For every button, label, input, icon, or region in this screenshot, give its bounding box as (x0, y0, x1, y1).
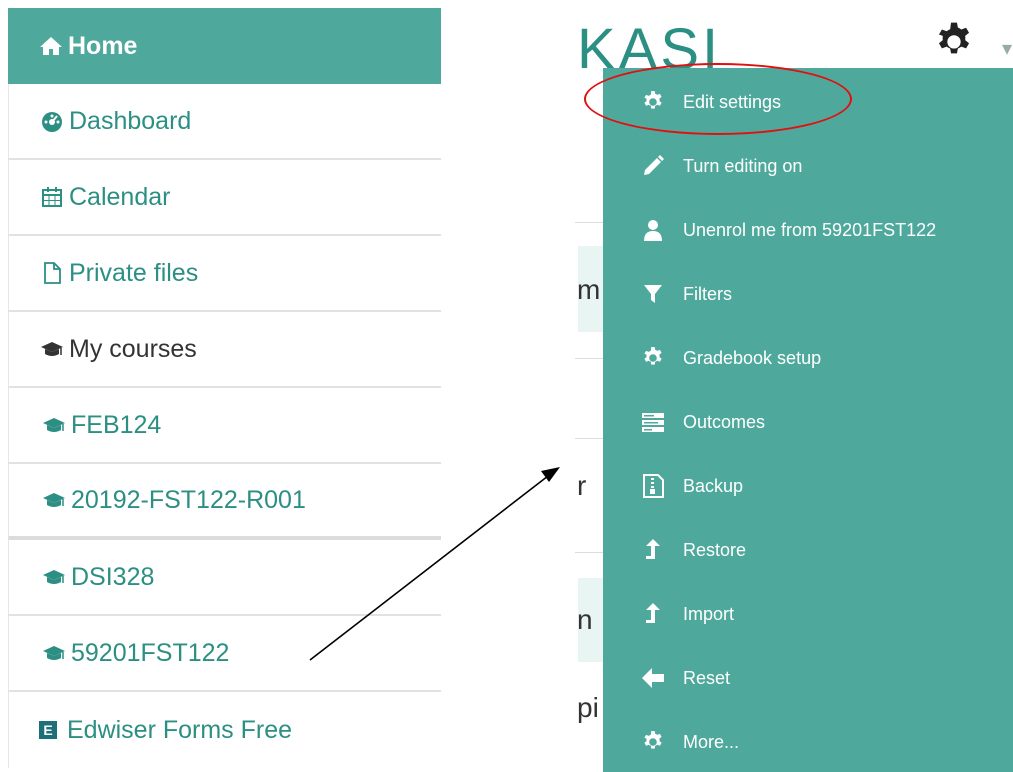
menu-item-label: Backup (683, 475, 744, 496)
file-icon (39, 260, 65, 286)
menu-item-label: Import (683, 603, 735, 624)
nav-item-calendar[interactable]: Calendar (8, 160, 441, 236)
nav-item-label: Dashboard (69, 106, 192, 135)
nav-item-label: 20192-FST122-R001 (71, 485, 306, 514)
background-text-fragment: r (577, 470, 587, 501)
user-icon (641, 218, 665, 242)
nav-item-course-20192-fst122-r001[interactable]: 20192-FST122-R001 (8, 464, 441, 540)
home-icon (38, 33, 64, 59)
nav-item-course-feb124[interactable]: FEB124 (8, 388, 441, 464)
menu-item-label: More... (683, 731, 740, 752)
site-logo-fragment: KASI (577, 17, 722, 68)
archive-icon (641, 474, 665, 498)
menu-item-edit-settings[interactable]: Edit settings (641, 82, 781, 122)
calendar-icon (39, 184, 65, 210)
gear-icon (641, 730, 665, 754)
background-divider (575, 222, 605, 223)
graduation-cap-icon (39, 336, 65, 362)
menu-item-turn-editing-on[interactable]: Turn editing on (641, 146, 802, 186)
menu-item-gradebook-setup[interactable]: Gradebook setup (641, 338, 821, 378)
menu-item-more[interactable]: More... (641, 722, 739, 762)
menu-item-unenrol[interactable]: Unenrol me from 59201FST122 (641, 210, 936, 250)
menu-item-label: Turn editing on (683, 155, 803, 176)
menu-item-backup[interactable]: Backup (641, 466, 743, 506)
upload-arrow-icon (641, 538, 665, 562)
nav-item-label: Edwiser Forms Free (67, 715, 293, 744)
chevron-down-icon: ▾ (1002, 38, 1013, 60)
nav-item-label: FEB124 (71, 410, 162, 439)
nav-item-label: My courses (69, 334, 197, 363)
dashboard-icon (39, 108, 65, 134)
graduation-cap-icon (41, 640, 67, 666)
nav-item-label: Calendar (69, 182, 171, 211)
menu-item-reset[interactable]: Reset (641, 658, 730, 698)
menu-item-label: Gradebook setup (683, 347, 822, 368)
nav-item-my-courses: My courses (8, 312, 441, 388)
gear-icon (641, 90, 665, 114)
edwiser-icon: E (39, 721, 57, 739)
nav-item-course-59201fst122[interactable]: 59201FST122 (8, 616, 441, 692)
upload-arrow-icon (641, 602, 665, 626)
nav-item-dashboard[interactable]: Dashboard (8, 84, 441, 160)
gear-icon (641, 346, 665, 370)
nav-item-course-dsi328[interactable]: DSI328 (8, 540, 441, 616)
nav-item-private-files[interactable]: Private files (8, 236, 441, 312)
menu-item-label: Edit settings (683, 91, 782, 112)
graduation-cap-icon (41, 412, 67, 438)
graduation-cap-icon (41, 564, 67, 590)
menu-item-label: Filters (683, 283, 732, 304)
outcomes-icon (641, 410, 665, 434)
pencil-icon (641, 154, 665, 178)
menu-item-import[interactable]: Import (641, 594, 734, 634)
nav-item-label: Home (68, 31, 138, 60)
menu-item-label: Unenrol me from 59201FST122 (683, 219, 937, 240)
background-divider (575, 552, 605, 553)
left-navigation: Home Dashboard Calendar Private files My… (8, 8, 441, 768)
course-settings-gear-icon[interactable] (933, 20, 975, 62)
background-divider (575, 358, 605, 359)
background-divider (575, 438, 605, 439)
menu-item-restore[interactable]: Restore (641, 530, 746, 570)
nav-item-label: Private files (69, 258, 199, 287)
nav-item-label: 59201FST122 (71, 638, 230, 667)
background-text-fragment: m (577, 274, 601, 305)
menu-item-label: Reset (683, 667, 731, 688)
menu-item-filters[interactable]: Filters (641, 274, 732, 314)
arrow-left-icon (641, 666, 665, 690)
graduation-cap-icon (41, 487, 67, 513)
course-settings-menu: Edit settings Turn editing on Unenrol me… (603, 68, 1013, 772)
menu-item-label: Restore (683, 539, 747, 560)
filter-icon (641, 282, 665, 306)
menu-item-label: Outcomes (683, 411, 766, 432)
background-text-fragment: n (577, 604, 593, 635)
nav-item-home[interactable]: Home (8, 8, 441, 84)
background-text-fragment: pi (577, 692, 599, 723)
nav-item-edwiser-forms[interactable]: E Edwiser Forms Free (8, 692, 441, 768)
nav-item-label: DSI328 (71, 562, 155, 591)
menu-item-outcomes[interactable]: Outcomes (641, 402, 765, 442)
